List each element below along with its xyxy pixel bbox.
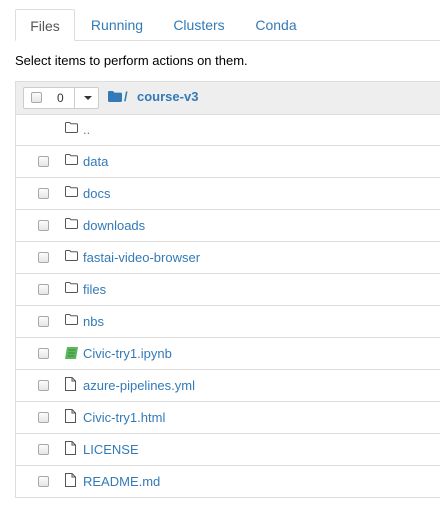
file-row[interactable]: data — [16, 146, 440, 178]
row-checkbox[interactable] — [38, 156, 49, 167]
file-row[interactable]: README.md — [16, 466, 440, 498]
item-name-link[interactable]: files — [83, 282, 106, 297]
file-icon — [65, 409, 76, 423]
row-checkbox[interactable] — [38, 316, 49, 327]
folder-outline-icon — [65, 154, 78, 165]
selected-count: 0 — [57, 91, 64, 105]
row-checkbox[interactable] — [38, 444, 49, 455]
tab-files[interactable]: Files — [15, 9, 75, 41]
file-row[interactable]: downloads — [16, 210, 440, 242]
item-name-link[interactable]: downloads — [83, 218, 145, 233]
file-icon — [65, 441, 76, 455]
row-checkbox[interactable] — [38, 348, 49, 359]
row-checkbox[interactable] — [38, 252, 49, 263]
folder-icon[interactable] — [108, 91, 122, 102]
item-name-link[interactable]: azure-pipelines.yml — [83, 378, 195, 393]
item-name-link[interactable]: Civic-try1.html — [83, 410, 165, 425]
item-name-link[interactable]: data — [83, 154, 108, 169]
row-checkbox[interactable] — [38, 476, 49, 487]
item-name-link[interactable]: docs — [83, 186, 110, 201]
file-row[interactable]: files — [16, 274, 440, 306]
caret-down-icon — [84, 96, 92, 100]
folder-outline-icon — [65, 314, 78, 325]
row-checkbox[interactable] — [38, 380, 49, 391]
file-list: 0 / course-v3 .. data docs downloads fastai-… — [15, 81, 440, 498]
row-checkbox[interactable] — [38, 220, 49, 231]
file-row[interactable]: azure-pipelines.yml — [16, 370, 440, 402]
select-all-checkbox[interactable] — [31, 92, 42, 103]
file-icon — [65, 473, 76, 487]
row-checkbox[interactable] — [38, 412, 49, 423]
folder-outline-icon — [65, 122, 78, 133]
folder-outline-icon — [65, 186, 78, 197]
item-name-link[interactable]: nbs — [83, 314, 104, 329]
file-row[interactable]: fastai-video-browser — [16, 242, 440, 274]
tab-bar: Files Running Clusters Conda — [15, 9, 440, 41]
folder-outline-icon — [65, 282, 78, 293]
file-row[interactable]: nbs — [16, 306, 440, 338]
folder-outline-icon — [65, 250, 78, 261]
item-name-link[interactable]: README.md — [83, 474, 160, 489]
breadcrumb-separator: / — [124, 89, 128, 104]
tab-conda[interactable]: Conda — [244, 9, 308, 40]
file-row[interactable]: Civic-try1.html — [16, 402, 440, 434]
file-row[interactable]: LICENSE — [16, 434, 440, 466]
folder-outline-icon — [65, 218, 78, 229]
select-all-group: 0 — [23, 87, 99, 109]
item-name-link[interactable]: .. — [83, 122, 90, 137]
row-checkbox[interactable] — [38, 188, 49, 199]
row-checkbox[interactable] — [38, 284, 49, 295]
item-name-link[interactable]: LICENSE — [83, 442, 139, 457]
select-menu-button[interactable] — [74, 88, 100, 108]
file-row[interactable]: Civic-try1.ipynb — [16, 338, 440, 370]
selection-hint: Select items to perform actions on them. — [15, 53, 248, 68]
item-name-link[interactable]: fastai-video-browser — [83, 250, 200, 265]
notebook-icon — [65, 347, 79, 359]
breadcrumb-current[interactable]: course-v3 — [137, 89, 198, 104]
tab-clusters[interactable]: Clusters — [162, 9, 236, 40]
item-name-link[interactable]: Civic-try1.ipynb — [83, 346, 172, 361]
tab-running[interactable]: Running — [80, 9, 154, 40]
file-list-header: 0 / course-v3 — [16, 82, 440, 115]
file-row[interactable]: docs — [16, 178, 440, 210]
parent-directory-row[interactable]: .. — [16, 114, 440, 146]
file-icon — [65, 377, 76, 391]
